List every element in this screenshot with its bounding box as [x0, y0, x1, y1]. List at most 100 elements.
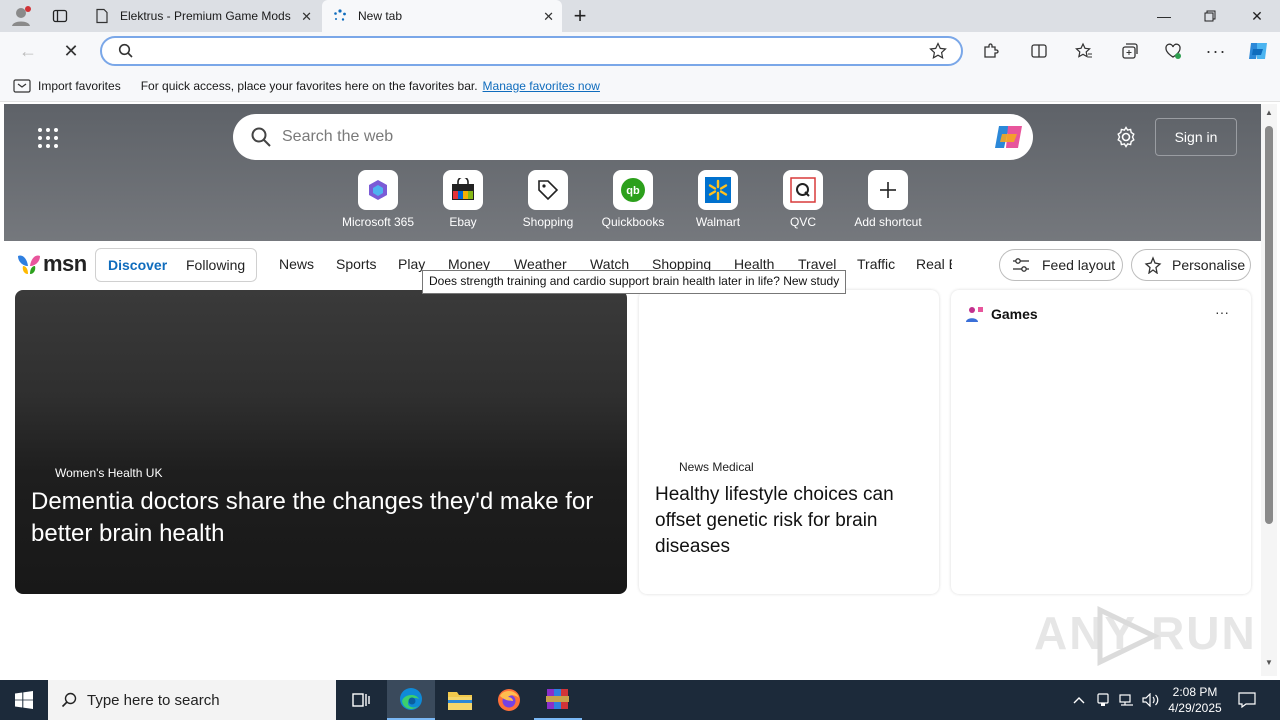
shortcut-microsoft-365[interactable]: Microsoft 365 — [335, 170, 421, 229]
extensions-button[interactable] — [980, 40, 1002, 62]
import-favorites-button[interactable]: Import favorites — [38, 79, 121, 93]
settings-more-button[interactable]: ··· — [1205, 40, 1227, 62]
taskbar-edge[interactable] — [387, 680, 435, 720]
favorites-bar: Import favorites For quick access, place… — [0, 70, 1280, 102]
search-icon — [61, 692, 77, 708]
page-scrollbar[interactable]: ▲ ▼ — [1261, 104, 1277, 676]
browser-essentials-button[interactable] — [1162, 40, 1184, 62]
shortcut-label: Ebay — [449, 215, 477, 229]
edge-icon — [400, 688, 422, 710]
scrollbar-thumb[interactable] — [1265, 126, 1273, 524]
tab-title: Elektrus - Premium Game Mods | — [120, 9, 292, 23]
shortcut-label: Microsoft 365 — [341, 215, 415, 229]
sign-in-button[interactable]: Sign in — [1155, 118, 1237, 156]
close-icon: ✕ — [1251, 7, 1263, 24]
search-icon — [251, 127, 271, 147]
app-launcher-button[interactable] — [37, 127, 59, 149]
nav-real-estate[interactable]: Real E — [916, 256, 952, 272]
page-settings-button[interactable] — [1115, 126, 1139, 150]
stop-loading-button[interactable]: ✕ — [60, 40, 82, 62]
shortcut-shopping[interactable]: Shopping — [505, 170, 591, 229]
new-tab-hero: Search the web Sign in Microsoft 365 Eba… — [4, 104, 1261, 241]
collections-button[interactable] — [1118, 40, 1140, 62]
tray-network[interactable] — [1116, 680, 1138, 720]
profile-avatar[interactable] — [10, 5, 32, 27]
shortcut-qvc[interactable]: QVC — [760, 170, 846, 229]
games-card-title: Games — [991, 306, 1038, 322]
feed-layout-button[interactable]: Feed layout — [999, 249, 1123, 281]
nav-traffic[interactable]: Traffic — [857, 256, 895, 272]
clock-date: 4/29/2025 — [1168, 701, 1222, 715]
shortcut-quickbooks[interactable]: qb Quickbooks — [590, 170, 676, 229]
winrar-icon — [546, 689, 569, 709]
following-tab[interactable]: Following — [186, 257, 245, 273]
profile-icon — [12, 6, 31, 26]
msn-logo[interactable]: msn — [16, 251, 87, 277]
taskbar-winrar[interactable] — [534, 680, 582, 720]
close-window-button[interactable]: ✕ — [1234, 0, 1280, 32]
address-input[interactable] — [142, 41, 922, 61]
nav-sports[interactable]: Sports — [336, 256, 376, 272]
feed-layout-label: Feed layout — [1042, 257, 1116, 273]
feed-toggle: Discover Following — [95, 248, 257, 282]
close-icon: ✕ — [63, 40, 79, 61]
tray-device[interactable] — [1093, 680, 1113, 720]
shortcut-add[interactable]: Add shortcut — [845, 170, 931, 229]
tab-actions-icon — [52, 9, 68, 23]
back-button[interactable]: ← — [17, 40, 39, 62]
favorite-star-icon[interactable] — [929, 42, 947, 60]
browser-toolbar: ← ✕ ··· — [0, 32, 1280, 70]
microsoft365-icon — [358, 170, 398, 210]
tab-new-tab[interactable]: New tab ✕ — [322, 0, 562, 32]
action-center-button[interactable] — [1232, 680, 1262, 720]
chevron-up-icon — [1073, 697, 1085, 704]
scroll-down-icon[interactable]: ▼ — [1265, 658, 1273, 667]
address-bar[interactable] — [100, 36, 963, 66]
qvc-icon — [783, 170, 823, 210]
split-screen-icon — [1031, 44, 1047, 58]
walmart-icon — [698, 170, 738, 210]
taskbar-file-explorer[interactable] — [436, 680, 484, 720]
task-view-icon — [352, 693, 370, 707]
games-card: Games ··· — [951, 290, 1251, 594]
import-favorites-icon — [13, 78, 31, 93]
minimize-button[interactable]: — — [1141, 0, 1187, 32]
web-search-box[interactable]: Search the web — [233, 114, 1033, 160]
page-icon — [96, 8, 108, 24]
shortcut-label: QVC — [789, 215, 816, 229]
favorites-button[interactable] — [1073, 40, 1095, 62]
shortcut-ebay[interactable]: Ebay — [420, 170, 506, 229]
news-card[interactable]: News Medical Healthy lifestyle choices c… — [639, 290, 939, 594]
start-button[interactable] — [0, 680, 48, 720]
close-tab-icon[interactable]: ✕ — [301, 9, 312, 25]
shortcut-walmart[interactable]: Walmart — [675, 170, 761, 229]
taskbar-search[interactable]: Type here to search — [48, 680, 336, 720]
hero-news-card[interactable]: Women's Health UK Dementia doctors share… — [15, 290, 627, 594]
new-tab-button[interactable]: + — [569, 3, 591, 28]
puzzle-icon — [984, 43, 999, 58]
back-arrow-icon: ← — [19, 40, 37, 61]
taskbar-firefox[interactable] — [485, 680, 533, 720]
tab-elektrus[interactable]: Elektrus - Premium Game Mods | ✕ — [84, 0, 320, 32]
play-logo-icon — [1097, 606, 1160, 666]
close-tab-icon[interactable]: ✕ — [543, 9, 554, 25]
nav-news[interactable]: News — [279, 256, 314, 272]
copilot-icon[interactable] — [993, 123, 1025, 151]
tray-volume[interactable] — [1140, 680, 1162, 720]
manage-favorites-link[interactable]: Manage favorites now — [483, 79, 600, 93]
firefox-icon — [498, 689, 520, 711]
msn-logo-text: msn — [43, 251, 87, 276]
task-view-button[interactable] — [338, 680, 384, 720]
personalise-button[interactable]: Personalise — [1131, 249, 1251, 281]
copilot-button[interactable] — [1245, 39, 1271, 63]
games-menu-button[interactable]: ··· — [1215, 304, 1229, 320]
discover-tab[interactable]: Discover — [108, 257, 167, 273]
tab-actions-button[interactable] — [50, 6, 70, 26]
restore-button[interactable] — [1187, 0, 1233, 32]
shortcut-label: Shopping — [522, 215, 574, 229]
show-hidden-icons-button[interactable] — [1068, 680, 1090, 720]
scroll-up-icon[interactable]: ▲ — [1265, 108, 1273, 117]
split-screen-button[interactable] — [1028, 40, 1050, 62]
tray-clock[interactable]: 2:08 PM 4/29/2025 — [1164, 680, 1226, 720]
tab-title: New tab — [358, 9, 403, 23]
